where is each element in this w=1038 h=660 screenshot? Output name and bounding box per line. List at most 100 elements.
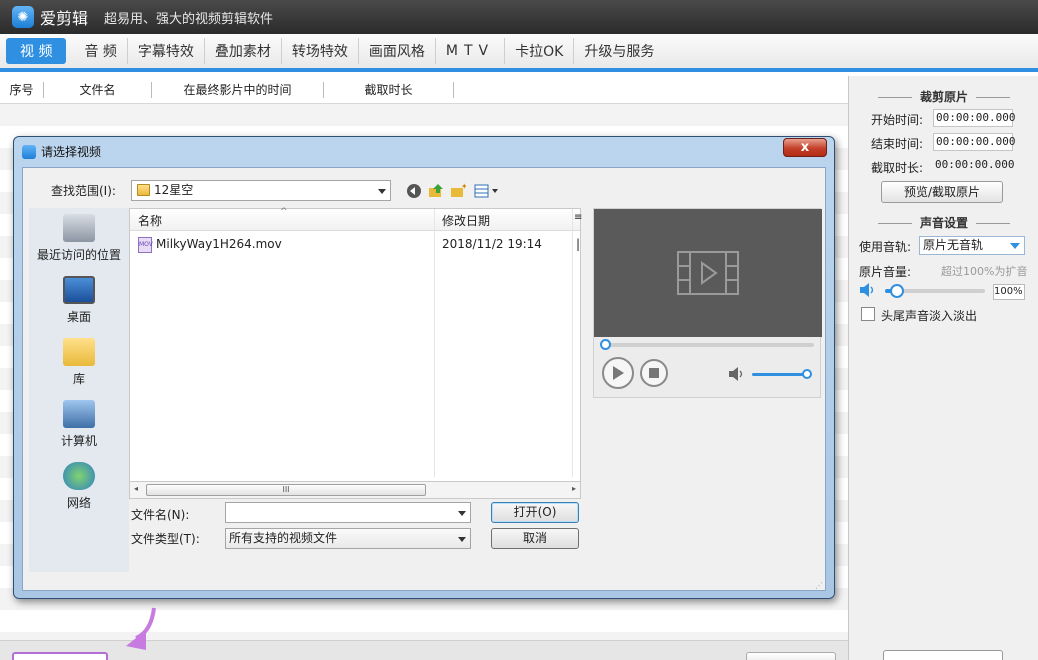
preview-progress-knob[interactable] [600,339,611,350]
filetype-value: 所有支持的视频文件 [229,531,338,545]
title-bar: ✺ 爱剪辑 超易用、强大的视频剪辑软件 [0,0,1038,34]
stop-icon[interactable] [640,359,668,387]
col-modified[interactable]: 修改日期 [442,212,490,229]
place-computer[interactable]: 计算机 [29,400,129,449]
tab-transitions[interactable]: 转场特效 [282,38,359,64]
col-timeline-time[interactable]: 在最终影片中的时间 [152,81,324,98]
dialog-title: 请选择视频 [41,145,102,159]
file-list-header: 名称 ^ 修改日期 ≡ [130,207,583,231]
file-type-truncated: | [576,237,581,251]
col-duration[interactable]: 截取时长 [324,81,454,98]
crop-section-title: 裁剪原片 [849,88,1038,105]
volume-note: 超过100%为扩音 [941,265,1028,278]
place-recent[interactable]: 最近访问的位置 [29,214,129,263]
sort-ascending-icon: ^ [280,207,288,217]
hint-arrow-icon [126,607,156,650]
start-time-field[interactable]: 00:00:00.000 [933,109,1015,127]
file-row[interactable]: MOV MilkyWay1H264.mov 2018/11/2 19:14 | [130,235,580,255]
chevron-down-icon [378,189,386,194]
lookin-value: 12星空 [154,183,194,197]
tab-overlay[interactable]: 叠加素材 [205,38,282,64]
col-filename[interactable]: 文件名 [44,81,152,98]
volume-input[interactable]: 100% [993,284,1025,300]
right-bottom-button[interactable] [883,650,1003,660]
col-more-indicator: ≡ [574,212,583,223]
tab-subtitle-effects[interactable]: 字幕特效 [128,38,205,64]
filename-input[interactable] [225,502,471,523]
svg-text:✦: ✦ [461,183,466,191]
col-name[interactable]: 名称 [138,212,162,229]
duration-label: 截取时长: [871,161,924,175]
place-recent-label: 最近访问的位置 [36,248,121,262]
preview-progress-bar[interactable] [600,339,814,350]
tab-upgrade-service[interactable]: 升级与服务 [574,38,664,64]
volume-slider[interactable] [885,284,985,298]
place-network-label: 网络 [66,496,91,510]
tab-mtv[interactable]: MTV [436,38,506,64]
dialog-title-bar: 请选择视频 [22,143,101,160]
right-panel: 裁剪原片 开始时间: 00:00:00.000 结束时间: 00:00:00.0… [848,76,1038,660]
file-list-hscrollbar[interactable]: ◂ III ▸ [129,482,581,499]
open-button[interactable]: 打开(O) [491,502,579,523]
chevron-down-icon [458,511,466,516]
recent-places-icon [63,214,95,242]
up-folder-icon[interactable] [427,182,444,199]
preview-crop-button[interactable]: 预览/截取原片 [881,181,1003,203]
scroll-right-icon[interactable]: ▸ [572,484,576,493]
filetype-label: 文件类型(T): [131,532,200,546]
scroll-thumb[interactable]: III [146,484,426,496]
select-video-dialog: 请选择视频 x 查找范围(I): 12星空 ✦ 最近访问的位置 桌面 库 计算机… [13,136,835,599]
lookin-select[interactable]: 12星空 [131,180,391,201]
places-bar: 最近访问的位置 桌面 库 计算机 网络 [29,208,129,572]
preview-volume-slider[interactable] [752,369,812,379]
resize-grip-icon[interactable]: ⋰ [815,581,823,590]
file-modified: 2018/11/2 19:14 [442,237,542,251]
app-slogan: 超易用、强大的视频剪辑软件 [104,11,274,27]
place-network[interactable]: 网络 [29,462,129,511]
place-library[interactable]: 库 [29,338,129,387]
tab-video[interactable]: 视 频 [6,38,67,64]
speaker-icon[interactable] [728,367,746,381]
speaker-icon[interactable] [859,283,879,297]
bottom-right-button[interactable] [746,652,836,660]
lookin-label: 查找范围(I): [51,184,116,198]
end-time-label: 结束时间: [871,137,924,151]
tab-picture-style[interactable]: 画面风格 [359,38,436,64]
list-header: 序号 文件名 在最终影片中的时间 截取时长 [0,76,848,104]
library-icon [63,338,95,366]
app-name: 爱剪辑 [40,9,89,28]
volume-slider-knob[interactable] [890,284,904,298]
scroll-left-icon[interactable]: ◂ [134,484,138,493]
col-index[interactable]: 序号 [0,81,44,98]
file-name: MilkyWay1H264.mov [156,237,282,251]
track-label: 使用音轨: [859,240,912,254]
fade-checkbox[interactable] [861,307,875,321]
video-file-icon: MOV [138,237,153,253]
place-desktop-label: 桌面 [66,310,91,324]
chevron-down-icon [458,537,466,542]
add-video-button[interactable] [12,652,108,660]
end-time-field[interactable]: 00:00:00.000 [933,133,1015,151]
start-time-label: 开始时间: [871,113,924,127]
cancel-button[interactable]: 取消 [491,528,579,549]
place-library-label: 库 [72,372,85,386]
close-button[interactable]: x [783,138,827,157]
filetype-select[interactable]: 所有支持的视频文件 [225,528,471,549]
preview-screen [594,209,822,337]
view-menu-icon[interactable] [473,182,501,199]
app-logo-icon [22,144,36,159]
place-computer-label: 计算机 [60,434,97,448]
tab-audio[interactable]: 音 频 [74,38,128,64]
film-play-icon [677,251,739,295]
back-arrow-icon[interactable] [405,182,422,199]
tab-karaoke[interactable]: 卡拉OK [505,38,575,64]
computer-icon [63,400,95,428]
place-desktop[interactable]: 桌面 [29,276,129,325]
desktop-icon [63,276,95,304]
chevron-down-icon [1010,243,1020,249]
filename-label: 文件名(N): [131,508,190,522]
preview-volume-knob[interactable] [802,369,812,379]
new-folder-icon[interactable]: ✦ [449,182,466,199]
track-select[interactable]: 原片无音轨 [919,236,1025,255]
play-icon[interactable] [602,357,634,389]
